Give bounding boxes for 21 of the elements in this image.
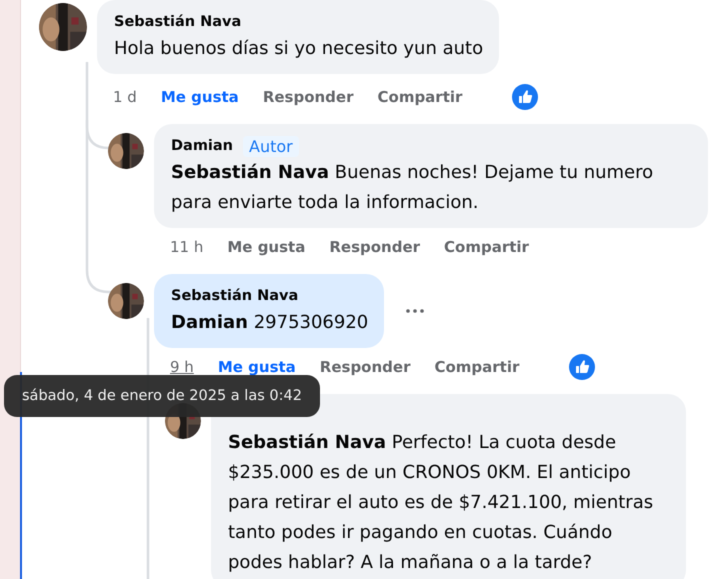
author-name[interactable]: Sebastián Nava — [114, 14, 242, 30]
comment-text: Hola buenos días si yo necesito yun auto — [114, 37, 484, 61]
author-name[interactable]: Sebastián Nava — [171, 288, 298, 304]
author-badge: Autor — [243, 136, 299, 156]
timestamp-link[interactable]: 11 h — [170, 238, 204, 256]
date-tooltip: sábado, 4 de enero de 2025 a las 0:42 — [4, 375, 320, 417]
comment-action[interactable]: Compartir — [378, 88, 462, 106]
author-name[interactable]: Damian — [171, 138, 234, 154]
comment-action[interactable]: Responder — [320, 358, 410, 376]
comment-action[interactable]: Responder — [262, 88, 354, 106]
comment-action[interactable]: Me gusta — [218, 358, 296, 376]
timestamp-link[interactable]: 9 h — [170, 358, 194, 376]
comment-action[interactable]: Compartir — [434, 358, 520, 376]
comment-action[interactable]: Me gusta — [227, 238, 306, 256]
comment-action[interactable]: Me gusta — [160, 88, 239, 106]
comment-action[interactable]: Responder — [329, 238, 420, 256]
timestamp-link[interactable]: 1 d — [113, 88, 137, 106]
comment-text: Sebastián Nava Buenas noches! Dejame tu numero para enviarte toda la informacion. — [171, 161, 654, 215]
comment-text: Damian 2975306920 — [171, 311, 368, 335]
comment-action[interactable]: Compartir — [444, 238, 529, 256]
comment-text: Sebastián Nava Perfecto! La cuota desde $235.000 es de un CRONOS 0KM. El anticipo para retirar el auto es de $7.421.100, mientras tanto podes ir pagando en cuotas. Cuándo podes hablar? A la mañana o a la tarde? — [228, 431, 654, 575]
